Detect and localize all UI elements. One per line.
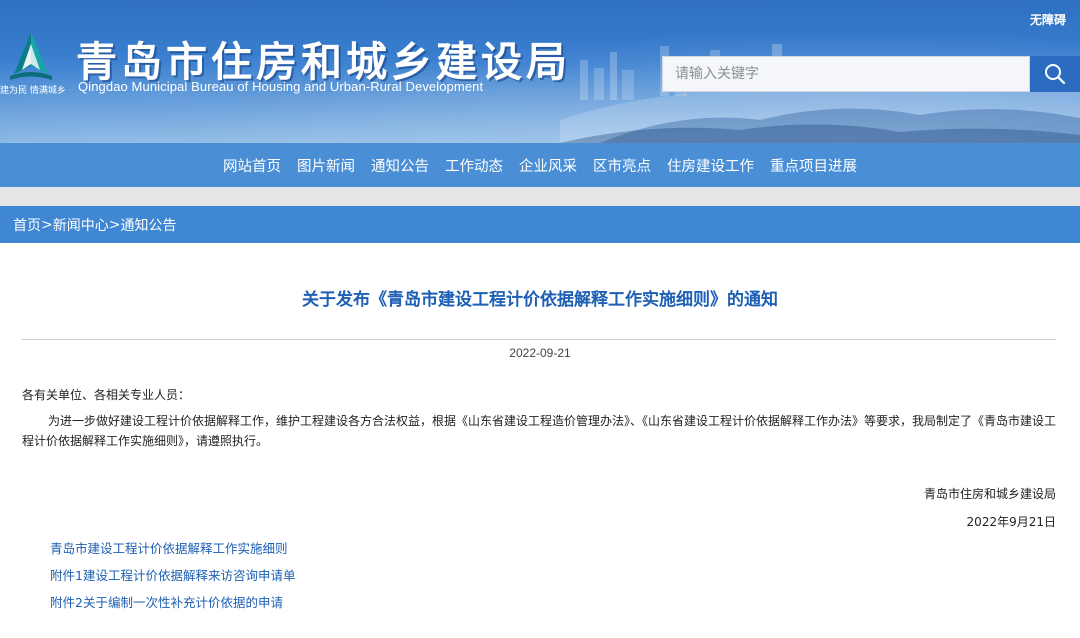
logo-slogan: 建为民 情满城乡 bbox=[0, 86, 66, 96]
accessibility-link[interactable]: 无障碍 bbox=[1030, 11, 1066, 28]
nav-item-photo-news[interactable]: 图片新闻 bbox=[297, 155, 355, 176]
breadcrumb: 首页 > 新闻中心 > 通知公告 bbox=[0, 206, 1080, 243]
search-button[interactable] bbox=[1030, 56, 1080, 92]
article-salutation: 各有关单位、各相关专业人员： bbox=[22, 388, 191, 402]
search-input[interactable] bbox=[662, 56, 1030, 92]
divider-strip bbox=[0, 187, 1080, 206]
breadcrumb-news-center[interactable]: 新闻中心 bbox=[53, 215, 109, 235]
breadcrumb-separator: > bbox=[41, 216, 53, 233]
breadcrumb-separator: > bbox=[108, 216, 121, 233]
header-banner: 建为民 情满城乡 青岛市住房和城乡建设局 Qingdao Municipal B… bbox=[0, 0, 1080, 143]
bureau-logo-icon bbox=[10, 32, 52, 80]
title-divider bbox=[22, 339, 1056, 340]
nav-item-work-updates[interactable]: 工作动态 bbox=[445, 155, 503, 176]
nav-item-key-projects[interactable]: 重点项目进展 bbox=[770, 155, 857, 176]
search-icon bbox=[1045, 64, 1066, 85]
nav-item-district-highlights[interactable]: 区市亮点 bbox=[593, 155, 651, 176]
nav-item-home[interactable]: 网站首页 bbox=[223, 155, 281, 176]
attachment-link-consult-form[interactable]: 附件1建设工程计价依据解释来访咨询申请单 bbox=[50, 566, 295, 593]
attachment-link-supplement-request[interactable]: 附件2关于编制一次性补充计价依据的申请 bbox=[50, 593, 295, 620]
site-subtitle: Qingdao Municipal Bureau of Housing and … bbox=[78, 79, 484, 94]
nav-item-housing-work[interactable]: 住房建设工作 bbox=[667, 155, 754, 176]
article-sign-date: 2022年9月21日 bbox=[966, 515, 1056, 529]
attachment-link-rules[interactable]: 青岛市建设工程计价依据解释工作实施细则 bbox=[50, 539, 295, 566]
attachment-list: 青岛市建设工程计价依据解释工作实施细则 附件1建设工程计价依据解释来访咨询申请单… bbox=[50, 539, 295, 620]
publish-date: 2022-09-21 bbox=[509, 346, 571, 360]
article-paragraph: 为进一步做好建设工程计价依据解释工作，维护工程建设各方合法权益，根据《山东省建设… bbox=[22, 414, 1057, 448]
breadcrumb-home[interactable]: 首页 bbox=[13, 215, 41, 235]
breadcrumb-notices[interactable]: 通知公告 bbox=[120, 215, 176, 235]
article-title: 关于发布《青岛市建设工程计价依据解释工作实施细则》的通知 bbox=[302, 290, 778, 310]
article-signature: 青岛市住房和城乡建设局 bbox=[923, 487, 1056, 501]
nav-item-notices[interactable]: 通知公告 bbox=[371, 155, 429, 176]
nav-item-enterprise[interactable]: 企业风采 bbox=[519, 155, 577, 176]
main-nav: 网站首页 图片新闻 通知公告 工作动态 企业风采 区市亮点 住房建设工作 重点项… bbox=[0, 143, 1080, 187]
